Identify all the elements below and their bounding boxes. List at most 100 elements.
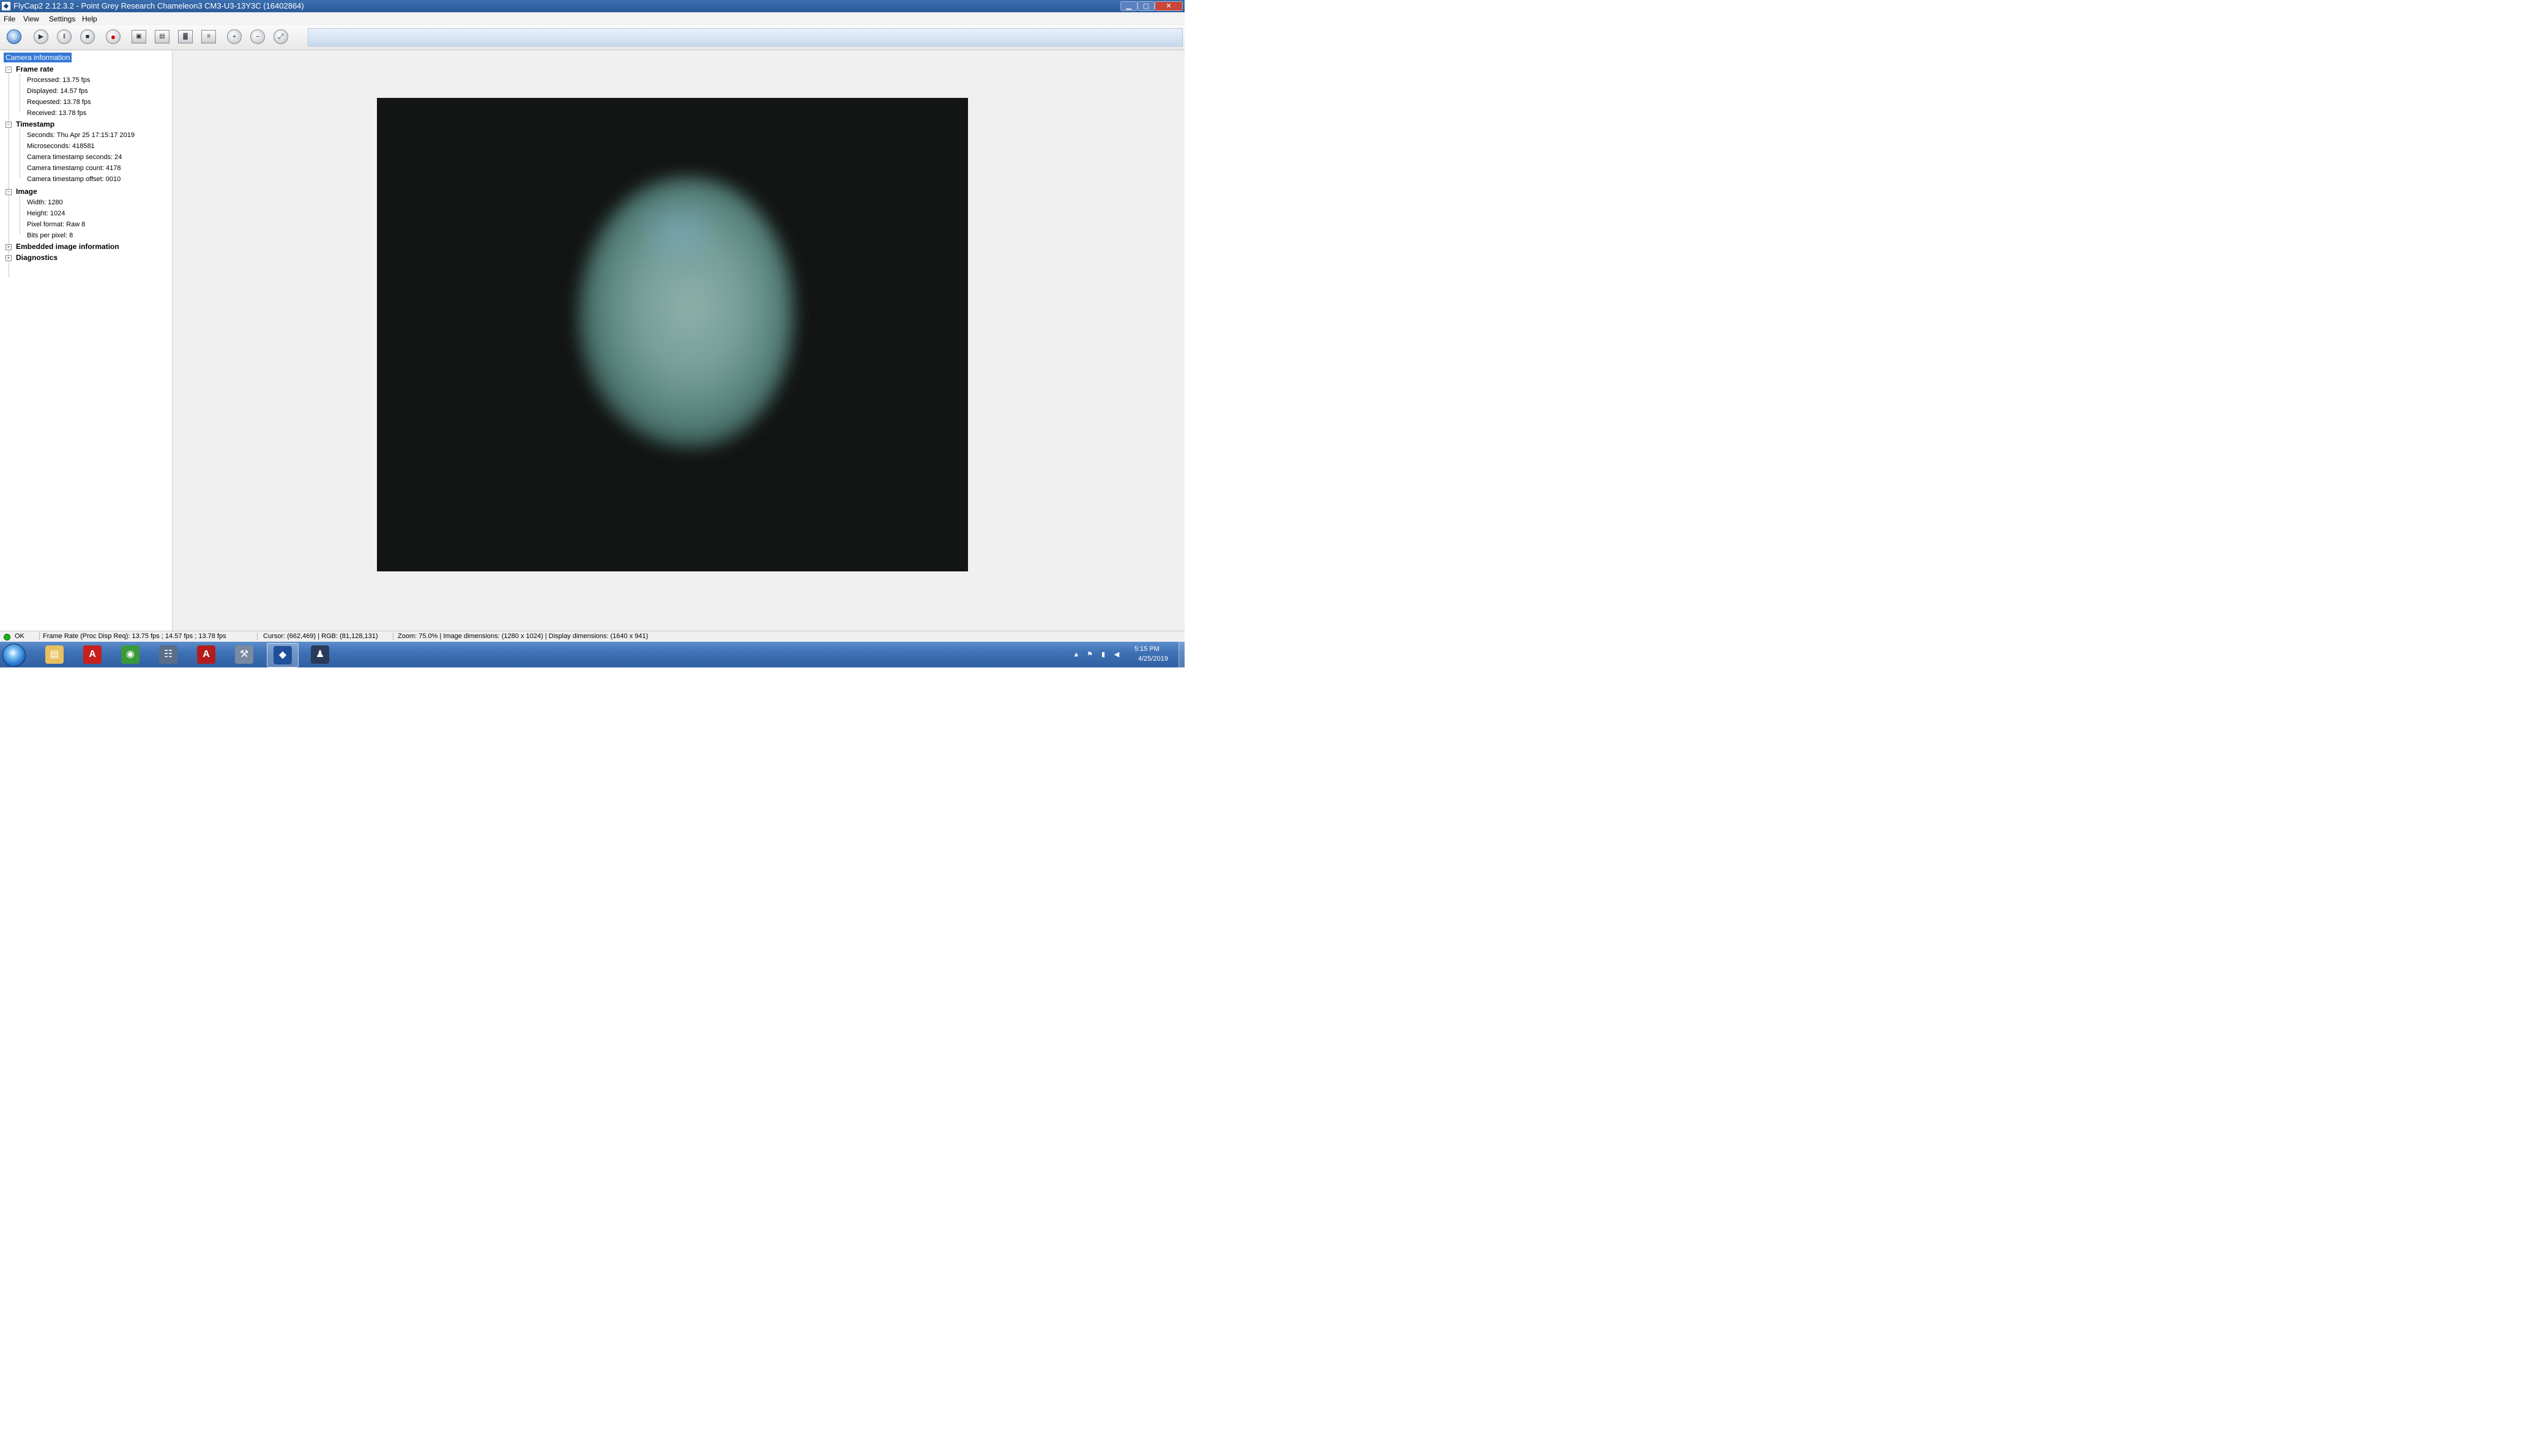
stop-button[interactable]: ■ — [78, 28, 97, 46]
taskbar-app-4[interactable]: ☷ — [153, 643, 184, 666]
pause-icon: ‖ — [57, 29, 72, 44]
maximize-button[interactable]: ▢ — [1137, 1, 1155, 11]
window-title: FlyCap2 2.12.3.2 - Point Grey Research C… — [13, 1, 304, 10]
zoom-fit-button[interactable]: ⤢ — [272, 28, 290, 46]
taskbar-acrobat-pro[interactable]: A — [191, 643, 222, 666]
tree-node-diagnostics[interactable]: Diagnostics — [16, 253, 58, 262]
minimize-icon: ▁ — [1126, 2, 1132, 10]
tree-item-bits-per-pixel: Bits per pixel: 8 — [27, 232, 73, 239]
pause-button[interactable]: ‖ — [55, 28, 73, 46]
status-zoom-dimensions: Zoom: 75.0% | Image dimensions: (1280 x … — [398, 633, 649, 640]
camera-image[interactable] — [377, 98, 968, 571]
show-hidden-icon[interactable]: ▲ — [1072, 650, 1081, 659]
tree-item-camera-timestamp-offset: Camera timestamp offset: 0010 — [27, 176, 121, 183]
start-button[interactable]: ▶ — [32, 28, 50, 46]
play-icon: ▶ — [34, 29, 48, 44]
taskbar-app-6[interactable]: ⚒ — [229, 643, 259, 666]
menu-file[interactable]: File — [4, 13, 15, 24]
maximize-icon: ▢ — [1142, 2, 1150, 10]
save-icon: ▣ — [132, 30, 146, 43]
tree-node-embedded-image-information[interactable]: Embedded image information — [16, 242, 119, 251]
status-cursor: Cursor: (662,469) | RGB: (81,128,131) — [263, 633, 378, 640]
event-statistics-button[interactable]: ≡ — [199, 28, 218, 46]
menu-view[interactable]: View — [23, 13, 39, 24]
toolbar-strip — [308, 28, 1183, 46]
tree-item-height: Height: 1024 — [27, 210, 65, 217]
camera-information-panel: Camera information − Frame rate Processe… — [0, 51, 173, 631]
tree-item-received: Received: 13.78 fps — [27, 110, 87, 117]
window-titlebar: ◆ FlyCap2 2.12.3.2 - Point Grey Research… — [0, 0, 1185, 12]
taskbar: ▤ A ◉ ☷ A ⚒ ◆ ♟ ▲ ⚑ ▮ ◀ 5:15 PM 4/25/201… — [0, 642, 1185, 667]
select-camera-button[interactable]: ◎ — [5, 28, 23, 46]
minimize-button[interactable]: ▁ — [1120, 1, 1137, 11]
network-icon[interactable]: ▮ — [1099, 650, 1108, 659]
tree-node-timestamp[interactable]: Timestamp — [16, 119, 54, 129]
camera-select-icon: ◎ — [7, 29, 21, 44]
desktop-screen: ◆ FlyCap2 2.12.3.2 - Point Grey Research… — [0, 0, 1185, 667]
save-image-button[interactable]: ▣ — [130, 28, 148, 46]
show-desktop-button[interactable] — [1178, 642, 1185, 667]
tree-item-seconds: Seconds: Thu Apr 25 17:15:17 2019 — [27, 132, 135, 139]
status-ok-icon — [4, 634, 10, 641]
diagnostics-toggle[interactable]: + — [6, 255, 12, 261]
user-icon: ♟ — [311, 645, 329, 664]
status-frame-rate: Frame Rate (Proc Disp Req): 13.75 fps ; … — [43, 633, 226, 640]
taskbar-app-8[interactable]: ♟ — [305, 643, 335, 666]
tree-item-microseconds: Microseconds: 418581 — [27, 143, 95, 150]
camera-control-button[interactable]: ▤ — [153, 28, 171, 46]
zoom-in-icon: + — [227, 29, 242, 44]
histogram-icon: ▓ — [178, 30, 193, 43]
status-divider — [39, 633, 40, 641]
menu-help[interactable]: Help — [82, 13, 97, 24]
taskbar-chrome[interactable]: ◉ — [115, 643, 146, 666]
menu-bar: File View Settings Help — [0, 13, 1185, 24]
tree-node-frame-rate[interactable]: Frame rate — [16, 64, 53, 74]
chrome-icon: ◉ — [121, 645, 140, 664]
tools-icon: ⚒ — [235, 645, 253, 664]
image-highlight — [634, 196, 726, 269]
status-bar: OK Frame Rate (Proc Disp Req): 13.75 fps… — [0, 631, 1185, 642]
record-icon: ● — [106, 29, 121, 44]
stop-icon: ■ — [80, 29, 95, 44]
flag-icon[interactable]: ⚑ — [1085, 650, 1094, 659]
status-ok-text: OK — [15, 633, 24, 640]
timestamp-toggle[interactable]: − — [6, 122, 12, 128]
tree-item-pixel-format: Pixel format: Raw 8 — [27, 221, 86, 228]
status-divider — [257, 633, 258, 641]
flycap-icon: ◆ — [2, 2, 10, 10]
acrobat-icon: A — [197, 645, 215, 664]
zoom-in-button[interactable]: + — [225, 28, 244, 46]
image-toggle[interactable]: − — [6, 189, 12, 195]
tree-item-displayed: Displayed: 14.57 fps — [27, 87, 88, 95]
menu-settings[interactable]: Settings — [49, 13, 75, 24]
app-window-icon: ☷ — [159, 645, 177, 664]
clock-time[interactable]: 5:15 PM — [1134, 645, 1160, 653]
taskbar-flycap[interactable]: ◆ — [267, 643, 299, 667]
folder-icon: ▤ — [45, 645, 64, 664]
frame-rate-toggle[interactable]: − — [6, 67, 12, 73]
taskbar-file-explorer[interactable]: ▤ — [39, 643, 70, 666]
event-stats-icon: ≡ — [201, 30, 216, 43]
taskbar-acrobat[interactable]: A — [77, 643, 108, 666]
volume-icon[interactable]: ◀ — [1112, 650, 1121, 659]
tree-item-camera-timestamp-count: Camera timestamp count: 4178 — [27, 165, 121, 172]
record-button[interactable]: ● — [104, 28, 122, 46]
tree-item-requested: Requested: 13.78 fps — [27, 98, 91, 106]
tab-camera-information[interactable]: Camera information — [4, 53, 72, 62]
pdf-icon: A — [83, 645, 102, 664]
histogram-button[interactable]: ▓ — [176, 28, 195, 46]
zoom-out-icon: − — [250, 29, 265, 44]
tree-item-camera-timestamp-seconds: Camera timestamp seconds: 24 — [27, 154, 122, 161]
toolbar: ◎ ▶ ‖ ■ ● ▣ ▤ ▓ ≡ + − ⤢ — [0, 25, 1185, 50]
flycap-icon: ◆ — [274, 646, 292, 664]
clock-date[interactable]: 4/25/2019 — [1138, 655, 1168, 663]
close-button[interactable]: ✕ — [1155, 1, 1183, 11]
start-button[interactable] — [2, 644, 26, 667]
zoom-fit-icon: ⤢ — [274, 29, 288, 44]
zoom-out-button[interactable]: − — [248, 28, 267, 46]
embedded-info-toggle[interactable]: + — [6, 244, 12, 250]
tree-item-processed: Processed: 13.75 fps — [27, 76, 91, 84]
tree-node-image[interactable]: Image — [16, 187, 37, 196]
close-icon: ✕ — [1166, 2, 1172, 10]
tree-item-width: Width: 1280 — [27, 199, 63, 206]
